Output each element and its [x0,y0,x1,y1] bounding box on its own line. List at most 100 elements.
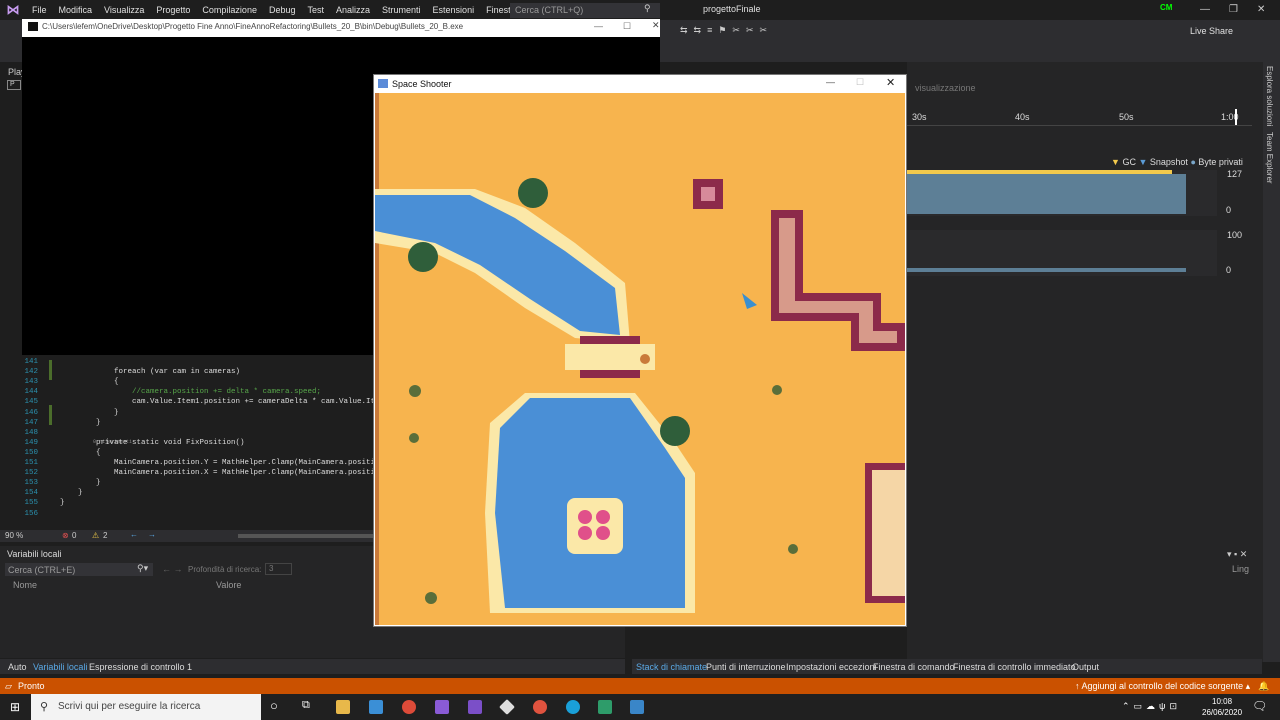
visual-studio-icon[interactable] [435,700,449,714]
code-line[interactable]: } [60,489,83,497]
code-line[interactable]: } [60,499,65,507]
game-minimize-icon[interactable]: — [826,77,835,87]
console-maximize-icon[interactable]: ☐ [623,21,631,32]
menu-compilazione[interactable]: Compilazione [196,0,263,20]
tab-exception-settings[interactable]: Impostazioni eccezioni [786,662,877,672]
change-marker [49,405,52,425]
code-line[interactable]: } [60,419,101,427]
game-maximize-icon[interactable]: ☐ [856,77,864,88]
search-nav-icons[interactable]: ← → [162,564,183,574]
tab-locals[interactable]: Variabili locali [33,662,87,672]
solution-explorer-tab[interactable]: Esplora soluzioni [1265,66,1274,126]
horizontal-scrollbar[interactable] [238,534,373,538]
tab-immediate-window[interactable]: Finestra di controllo immediato [953,662,1076,672]
depth-select[interactable]: 3 [265,563,292,575]
menu-test[interactable]: Test [301,0,330,20]
discord-icon[interactable] [468,700,482,714]
tab-command-window[interactable]: Finestra di comando [873,662,955,672]
menu-file[interactable]: File [26,0,53,20]
warning-count[interactable]: 2 [103,531,107,540]
game-close-icon[interactable]: ✕ [886,76,895,89]
diagnostics-panel: visualizzazione 30s 40s 50s 1:00 ▼ GC ▼ … [907,62,1263,662]
nav-back-icon[interactable]: ← [130,530,138,539]
action-center-icon[interactable]: 🗨 [1252,699,1267,713]
menu-modifica[interactable]: Modifica [53,0,99,20]
timeline-cursor[interactable] [1235,109,1237,125]
clock-date[interactable]: 26/06/2020 [1202,708,1242,717]
p-tab[interactable]: P [7,80,21,90]
code-editor[interactable]: 0 riferimenti 141 142 foreach (var cam in… [0,355,389,530]
tab-call-stack[interactable]: Stack di chiamate [636,662,707,672]
column-value[interactable]: Valore [216,580,241,590]
edge-icon[interactable] [566,700,580,714]
warning-icon: ⚠ [92,531,100,540]
file-explorer-icon[interactable] [336,700,350,714]
game-canvas[interactable] [375,93,905,625]
menu-debug[interactable]: Debug [263,0,302,20]
crystal [596,510,610,524]
console-minimize-icon[interactable]: — [594,21,603,31]
game-map [375,93,905,625]
minimize-icon[interactable]: — [1200,4,1210,15]
code-line[interactable]: MainCamera.position.Y = MathHelper.Clamp… [60,459,389,467]
game-app-icon[interactable] [598,700,612,714]
code-line[interactable]: MainCamera.position.X = MathHelper.Clamp… [60,469,389,477]
cpu-chart [907,230,1217,276]
cortana-icon[interactable]: ○ [270,698,278,713]
panel-controls-icon[interactable]: ▾ ▪ ✕ [1227,549,1247,560]
legend-private-bytes: Byte privati [1198,157,1243,167]
avatar[interactable]: CM [1160,3,1176,17]
app-l-icon[interactable] [369,700,383,714]
console-app-icon[interactable] [630,700,644,714]
clock-time[interactable]: 10:08 [1212,697,1232,706]
menu-estensioni[interactable]: Estensioni [427,0,481,20]
code-line[interactable]: private static void FixPosition() [60,439,245,447]
game-window: Space Shooter — ☐ ✕ [373,74,907,627]
code-line[interactable]: cam.Value.Item1.position += cameraDelta … [60,398,389,406]
chrome-alt-icon[interactable] [533,700,547,714]
live-share-button[interactable]: Live Share [1190,26,1233,36]
search-icon[interactable]: ⚲▾ [137,563,148,574]
chrome-icon[interactable] [402,700,416,714]
column-name[interactable]: Nome [13,580,37,590]
menu-strumenti[interactable]: Strumenti [376,0,427,20]
tab-auto[interactable]: Auto [8,662,27,672]
locals-search-input[interactable]: Cerca (CTRL+E) [5,563,153,576]
code-line[interactable]: //camera.position += delta * camera.spee… [60,388,321,396]
line-number: 155 [24,499,38,508]
zoom-level[interactable]: 90 % [5,531,23,540]
enemy [425,592,437,604]
task-view-icon[interactable]: ⧉ [302,699,310,712]
menu-visualizza[interactable]: Visualizza [98,0,150,20]
code-line[interactable]: foreach (var cam in cameras) [60,368,240,376]
memory-max: 127 [1227,169,1243,179]
menu-analizza[interactable]: Analizza [330,0,376,20]
console-close-icon[interactable]: ✕ [652,20,660,31]
nav-forward-icon[interactable]: → [148,530,156,539]
source-control-button[interactable]: ↑ Aggiungi al controllo del codice sorge… [1075,681,1250,692]
timeline-ruler: 30s 40s 50s 1:00 [907,109,1252,126]
tab-breakpoints[interactable]: Punti di interruzione [706,662,786,672]
cpu-min: 0 [1226,265,1232,275]
code-line[interactable]: { [60,449,101,457]
bridge-top [580,336,640,344]
debug-toolbar-icons[interactable]: ⇆⇆≡⚑✂✂✂ [680,25,840,37]
error-count[interactable]: 0 [72,531,76,540]
menu-progetto[interactable]: Progetto [150,0,196,20]
depth-label: Profondità di ricerca: [188,565,262,574]
maximize-icon[interactable]: ❐ [1229,4,1238,15]
taskbar-search-input[interactable]: Scrivi qui per eseguire la ricerca [31,694,261,720]
global-search-input[interactable]: Cerca (CTRL+Q) [510,3,660,18]
close-icon[interactable]: ✕ [1257,4,1265,15]
code-line[interactable]: } [60,409,119,417]
tab-watch[interactable]: Espressione di controllo 1 [89,662,192,672]
team-explorer-tab[interactable]: Team Explorer [1265,132,1274,184]
console-icon [28,22,38,31]
windows-start-icon[interactable]: ⊞ [10,700,20,714]
tray-icons[interactable]: ⌃▭☁ψ⊡ [1122,701,1181,712]
notification-icon[interactable]: 🔔 [1258,681,1269,692]
code-line[interactable]: } [60,479,101,487]
tab-output[interactable]: Output [1072,662,1099,672]
line-number: 153 [24,479,38,488]
code-line[interactable]: { [60,378,119,386]
